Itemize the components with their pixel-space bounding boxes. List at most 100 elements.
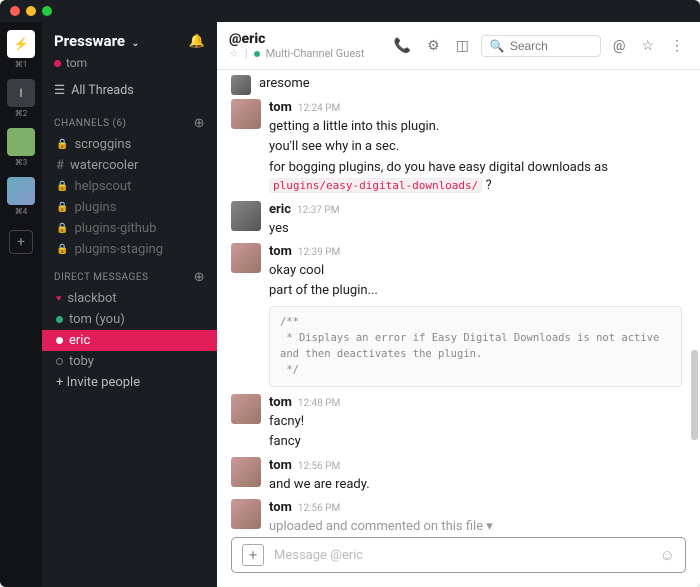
emoji-icon[interactable]: ☺ [660,546,675,564]
message-text: uploaded and commented on this file ▾ [269,518,682,537]
add-workspace-button[interactable]: + [9,230,33,254]
message-time: 12:39 PM [298,246,340,261]
attach-button[interactable]: + [242,544,264,566]
conversation-header: @eric ☆ | Multi-Channel Guest 📞 ⚙ ◫ 🔍 @ [217,22,700,70]
avatar [231,457,261,487]
message-input[interactable]: Message @eric [274,548,650,563]
dm-tom[interactable]: tom (you) [42,309,217,330]
star-icon[interactable]: ☆ [229,47,239,60]
gear-icon[interactable]: ⚙ [423,34,444,58]
hash-icon: # [56,158,64,173]
message-author: tom [269,243,292,262]
avatar [231,243,261,273]
channel-scroggins[interactable]: 🔒scroggins [42,134,217,155]
heart-icon: ♥ [56,293,61,304]
call-icon[interactable]: 📞 [390,34,415,58]
inline-code: plugins/easy-digital-downloads/ [269,178,482,193]
invite-people-link[interactable]: + Invite people [42,372,217,393]
conversation-pane: @eric ☆ | Multi-Channel Guest 📞 ⚙ ◫ 🔍 @ [217,22,700,587]
presence-dot-icon [54,60,61,67]
add-dm-button[interactable]: ⊕ [194,270,205,285]
search-input[interactable] [510,39,590,53]
scrollbar-thumb[interactable] [691,350,698,440]
user-status[interactable]: tom [42,56,217,78]
message-text: you'll see why in a sec. [231,138,682,159]
message-author: tom [269,99,292,118]
app-window: ⚡ ⌘1 I ⌘2 ⌘3 ⌘4 + Pressware ⌄ 🔔 tom [0,0,700,587]
avatar [231,499,261,529]
conversation-title: @eric [229,31,382,47]
workspace-1[interactable]: ⚡ [7,30,35,58]
message-time: 12:37 PM [297,204,339,219]
workspace-3-hotkey: ⌘3 [15,158,28,167]
message-author: eric [269,201,291,220]
message-text: aresome [259,75,682,95]
message-time: 12:56 PM [298,460,340,475]
notifications-bell-icon[interactable]: 🔔 [189,34,205,49]
all-threads-label: All Threads [71,83,133,98]
workspace-rail: ⚡ ⌘1 I ⌘2 ⌘3 ⌘4 + [0,22,42,587]
message-time: 12:24 PM [298,102,340,117]
lock-icon: 🔒 [56,244,68,255]
dm-eric[interactable]: eric [42,330,217,351]
macos-titlebar [0,0,700,22]
message-time: 12:56 PM [298,502,340,517]
channel-helpscout[interactable]: 🔒helpscout [42,176,217,197]
all-threads-link[interactable]: ☰ All Threads [42,78,217,106]
channels-label: CHANNELS [54,118,110,129]
search-box[interactable]: 🔍 [481,35,601,57]
pane-icon[interactable]: ◫ [452,34,473,58]
zoom-window-button[interactable] [42,6,52,16]
message-text: and we are ready. [269,476,682,495]
workspace-4-hotkey: ⌘4 [15,207,28,216]
message-composer: + Message @eric ☺ [217,537,700,587]
lock-icon: 🔒 [56,181,68,192]
message-text: for bogging plugins, do you have easy di… [231,159,682,199]
avatar [231,75,251,95]
message-list[interactable]: aresome tom 12:24 PMgetting a little into… [217,70,700,537]
more-icon[interactable]: ⋮ [666,34,688,58]
avatar [231,394,261,424]
message-text: fancy [231,433,682,454]
dms-label: DIRECT MESSAGES [54,272,148,283]
threads-icon: ☰ [54,82,65,98]
team-name[interactable]: Pressware [54,32,125,50]
message-text: yes [269,220,682,239]
lock-icon: 🔒 [56,139,68,150]
dm-toby[interactable]: toby [42,351,217,372]
team-menu-chevron-icon: ⌄ [131,38,139,49]
message-time: 12:48 PM [298,397,340,412]
channel-watercooler[interactable]: #watercooler [42,155,217,176]
workspace-4[interactable] [7,177,35,205]
presence-dot-icon [56,337,63,344]
conversation-subtitle: Multi-Channel Guest [266,47,365,60]
presence-dot-icon [56,358,63,365]
code-block: /** * Displays an error if Easy Digital … [269,306,682,387]
workspace-3[interactable] [7,128,35,156]
presence-dot-icon [56,316,63,323]
workspace-1-hotkey: ⌘1 [15,60,28,69]
dm-slackbot[interactable]: ♥slackbot [42,288,217,309]
avatar [231,99,261,129]
dms-section-header: DIRECT MESSAGES ⊕ [42,260,217,288]
current-user-name: tom [66,56,87,70]
add-channel-button[interactable]: ⊕ [194,116,205,131]
message-author: tom [269,499,292,518]
message-author: tom [269,457,292,476]
lock-icon: 🔒 [56,223,68,234]
avatar [231,201,261,231]
minimize-window-button[interactable] [26,6,36,16]
channels-count: (6) [113,118,127,129]
mentions-icon[interactable]: @ [609,34,630,58]
lock-icon: 🔒 [56,202,68,213]
star-items-icon[interactable]: ☆ [637,34,658,58]
close-window-button[interactable] [10,6,20,16]
workspace-2[interactable]: I [7,79,35,107]
sidebar: Pressware ⌄ 🔔 tom ☰ All Threads CHANNELS… [42,22,217,587]
message-text: getting a little into this plugin. [269,118,682,137]
message-author: tom [269,394,292,413]
channel-plugins-staging[interactable]: 🔒plugins-staging [42,239,217,260]
search-icon: 🔍 [490,39,505,53]
channel-plugins-github[interactable]: 🔒plugins-github [42,218,217,239]
channel-plugins[interactable]: 🔒plugins [42,197,217,218]
